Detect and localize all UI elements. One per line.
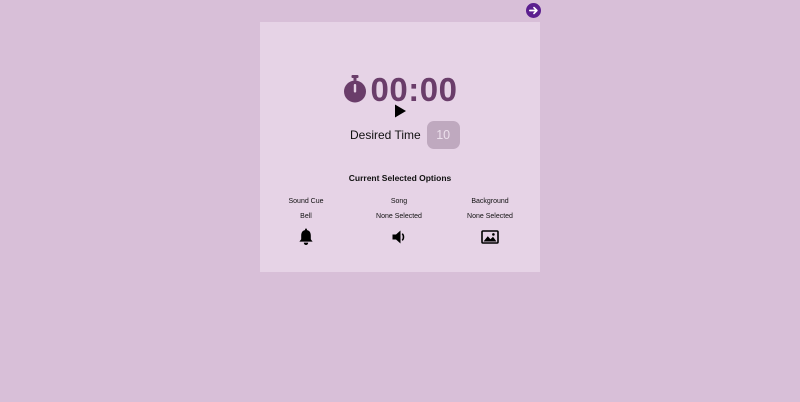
sound-cue-button[interactable] bbox=[297, 228, 315, 246]
option-value: Bell bbox=[300, 213, 312, 220]
option-song: Song None Selected bbox=[354, 198, 444, 246]
play-button[interactable] bbox=[393, 104, 407, 118]
option-name: Sound Cue bbox=[288, 198, 324, 205]
option-value: None Selected bbox=[467, 213, 513, 220]
image-icon bbox=[481, 230, 499, 244]
song-button[interactable] bbox=[390, 228, 408, 246]
play-icon bbox=[395, 104, 406, 118]
options-title: Current Selected Options bbox=[348, 173, 452, 183]
option-value: None Selected bbox=[376, 213, 422, 220]
option-sound-cue: Sound Cue Bell bbox=[261, 198, 351, 246]
next-button[interactable] bbox=[526, 3, 541, 18]
desired-time-label: Desired Time bbox=[350, 128, 421, 142]
bell-icon bbox=[299, 228, 313, 245]
background-button[interactable] bbox=[481, 228, 499, 246]
option-name: Song bbox=[390, 198, 408, 205]
desired-time-input[interactable] bbox=[426, 121, 460, 149]
option-background: Background None Selected bbox=[445, 198, 535, 246]
speaker-icon bbox=[392, 230, 405, 244]
timer-card: 00:00 Desired Time Current Selected Opti… bbox=[260, 22, 540, 272]
arrow-right-icon bbox=[529, 6, 538, 15]
stopwatch-icon bbox=[343, 75, 366, 103]
desired-time-row: Desired Time bbox=[350, 121, 460, 149]
option-name: Background bbox=[471, 198, 509, 205]
timer-value: 00:00 bbox=[370, 70, 458, 108]
